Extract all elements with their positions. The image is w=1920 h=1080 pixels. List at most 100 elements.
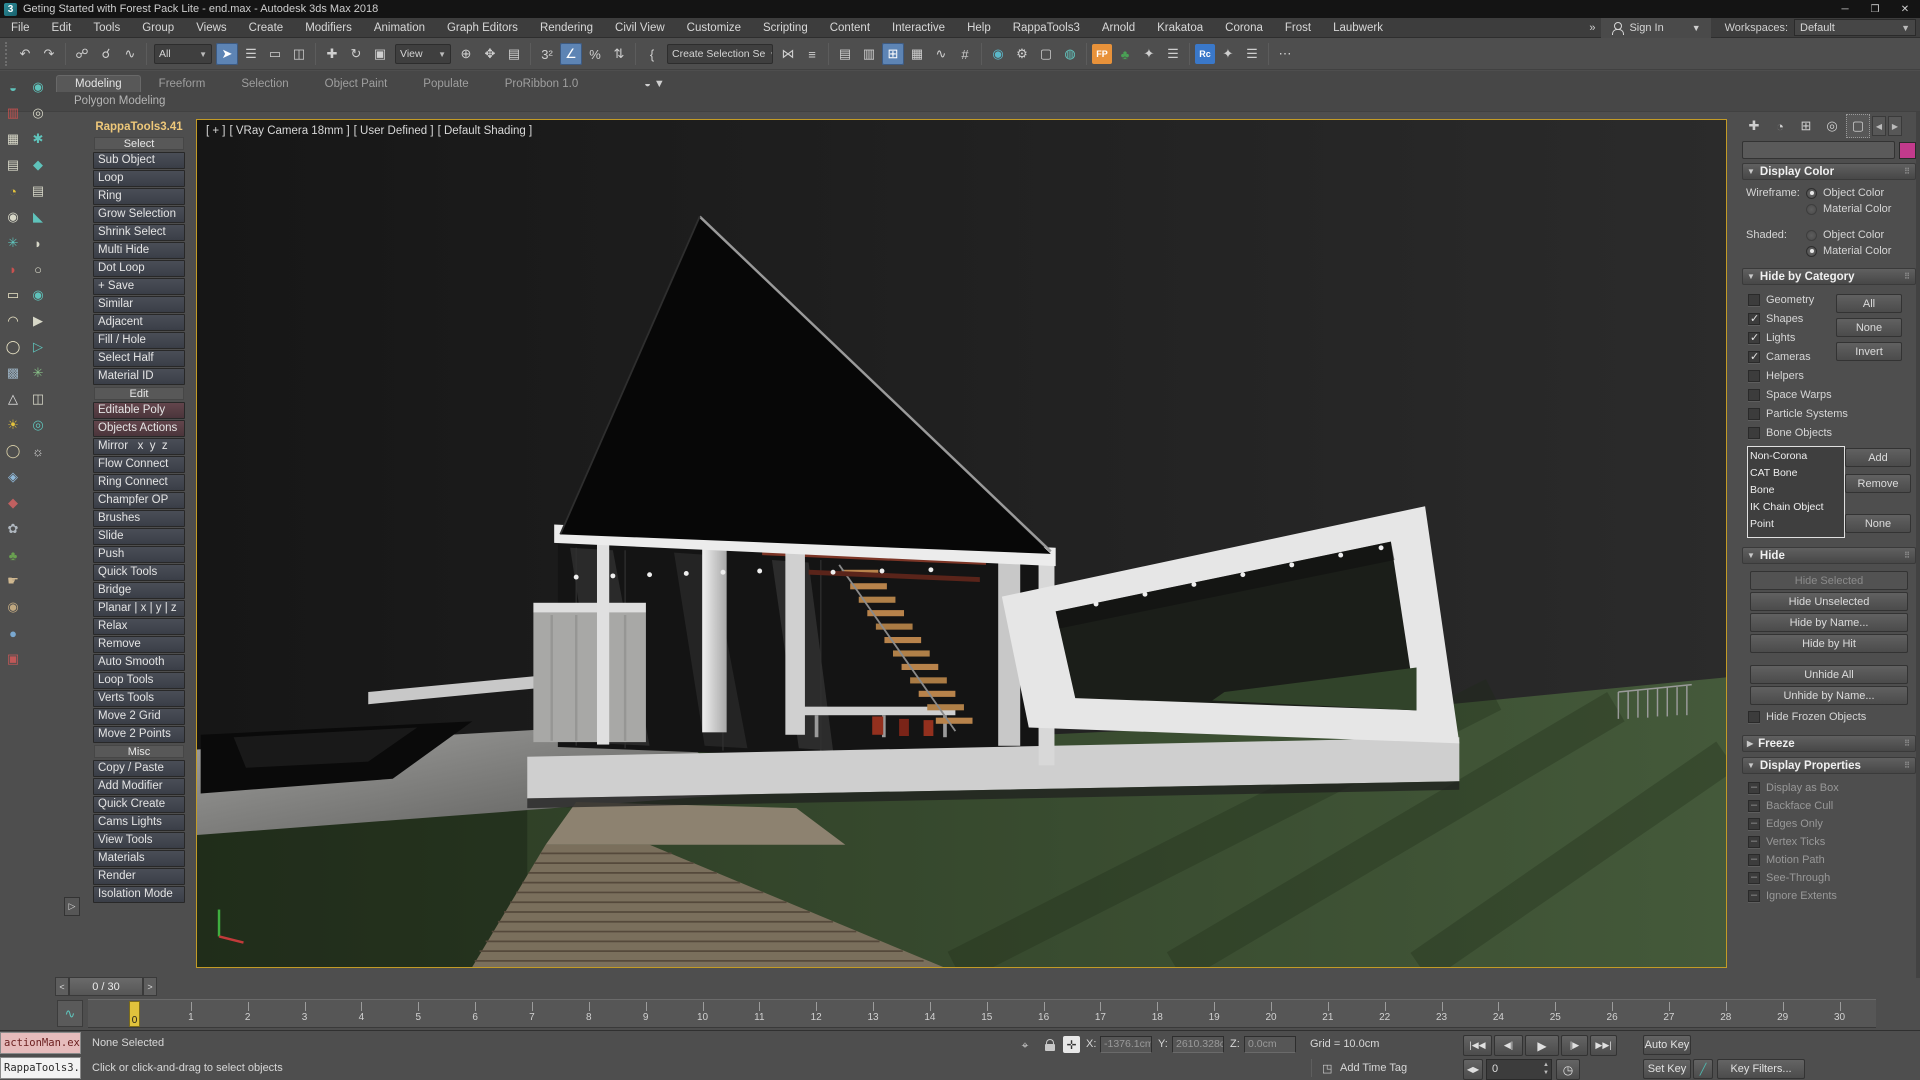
reference-coordinate-dropdown[interactable]: View▼ <box>395 44 451 64</box>
left-toolbar-icon[interactable]: ◔ <box>3 181 23 201</box>
selection-filter-dropdown[interactable]: All▼ <box>154 44 212 64</box>
select-by-name-icon[interactable]: ☰ <box>240 43 262 65</box>
viewport[interactable]: [ + ][ VRay Camera 18mm ][ User Defined … <box>196 119 1727 968</box>
go-to-end-button[interactable]: ▶▶| <box>1590 1035 1617 1056</box>
left-toolbar-icon[interactable]: ▤ <box>28 181 48 201</box>
menu-item-tools[interactable]: Tools <box>82 18 131 38</box>
wireframe-object-color-radio[interactable] <box>1806 188 1817 199</box>
menu-item-arnold[interactable]: Arnold <box>1091 18 1146 38</box>
menu-item-views[interactable]: Views <box>185 18 237 38</box>
previous-frame-button[interactable]: ◀| <box>1494 1035 1523 1056</box>
object-color-swatch[interactable] <box>1899 142 1916 159</box>
y-coordinate-field[interactable]: 2610.328cm <box>1172 1036 1224 1053</box>
rappatools-button-similar[interactable]: Similar <box>93 296 185 313</box>
set-key-button[interactable]: Set Key <box>1643 1059 1691 1079</box>
rappatools-button-dot-loop[interactable]: Dot Loop <box>93 260 185 277</box>
menu-item-create[interactable]: Create <box>238 18 295 38</box>
left-toolbar-icon[interactable]: ◯ <box>3 441 23 461</box>
toolbar-grip[interactable] <box>5 42 10 66</box>
menu-item-edit[interactable]: Edit <box>41 18 83 38</box>
display-properties-header[interactable]: ▼ Display Properties ⠿ <box>1742 757 1916 774</box>
display-property-checkbox[interactable] <box>1748 872 1760 884</box>
rendered-frame-icon[interactable]: ▢ <box>1035 43 1057 65</box>
exclude-list-item-bone[interactable]: Bone <box>1750 482 1842 499</box>
current-frame-field[interactable]: 0 ▲▼ <box>1486 1059 1552 1080</box>
hide-by-category-header[interactable]: ▼ Hide by Category ⠿ <box>1742 268 1916 285</box>
menu-item-interactive[interactable]: Interactive <box>881 18 956 38</box>
select-and-link-icon[interactable]: ☍ <box>71 43 93 65</box>
keyboard-override-icon[interactable]: ▤ <box>503 43 525 65</box>
rappatools-button-copy-paste[interactable]: Copy / Paste <box>93 760 185 777</box>
hide-button-hide-unselected[interactable]: Hide Unselected <box>1750 592 1908 611</box>
rappatools-button-grow-selection[interactable]: Grow Selection <box>93 206 185 223</box>
ribbon-tab-populate[interactable]: Populate <box>405 76 486 92</box>
wireframe-material-color-radio[interactable] <box>1806 204 1817 215</box>
rappatools-button-move-2-points[interactable]: Move 2 Points <box>93 726 185 743</box>
left-toolbar-icon[interactable]: ▦ <box>3 129 23 149</box>
select-object-icon[interactable]: ➤ <box>216 43 238 65</box>
rappatools-button-push[interactable]: Push <box>93 546 185 563</box>
bind-to-space-warp-icon[interactable]: ∿ <box>119 43 141 65</box>
workspaces-dropdown[interactable]: Default▼ <box>1794 19 1916 36</box>
menu-item-krakatoa[interactable]: Krakatoa <box>1146 18 1214 38</box>
left-toolbar-icon[interactable]: ◗ <box>3 259 23 279</box>
hide-header[interactable]: ▼ Hide ⠿ <box>1742 547 1916 564</box>
left-toolbar-icon[interactable]: ◫ <box>28 389 48 409</box>
menu-item-group[interactable]: Group <box>131 18 185 38</box>
sign-in-button[interactable]: Sign In ▼ <box>1601 18 1710 38</box>
snaps-toggle-icon[interactable]: 3² <box>536 43 558 65</box>
left-toolbar-icon[interactable]: ▭ <box>3 285 23 305</box>
rappatools-button-shrink-select[interactable]: Shrink Select <box>93 224 185 241</box>
exclude-list-item-non-corona[interactable]: Non-Corona <box>1750 448 1842 465</box>
render-icon[interactable]: ◍ <box>1059 43 1081 65</box>
category-invert-button[interactable]: Invert <box>1836 342 1902 361</box>
rappatools-button-objects-actions[interactable]: Objects Actions <box>93 420 185 437</box>
toolbar-overflow-icon[interactable]: » <box>1583 22 1601 34</box>
x-coordinate-field[interactable]: -1376.1cm <box>1100 1036 1152 1053</box>
key-filters-button[interactable]: Key Filters... <box>1717 1059 1805 1079</box>
curve-editor-icon[interactable]: ∿ <box>930 43 952 65</box>
create-tab-icon[interactable]: ✚ <box>1742 114 1766 138</box>
left-toolbar-icon[interactable]: ◉ <box>28 285 48 305</box>
panel-scrollbar[interactable] <box>1916 112 1920 978</box>
rappatools-button-quick-tools[interactable]: Quick Tools <box>93 564 185 581</box>
menu-item-modifiers[interactable]: Modifiers <box>294 18 363 38</box>
close-button[interactable]: ✕ <box>1890 0 1920 18</box>
rappatools-button-isolation-mode[interactable]: Isolation Mode <box>93 886 185 903</box>
menu-item-corona[interactable]: Corona <box>1214 18 1274 38</box>
motion-tab-icon[interactable]: ◎ <box>1820 114 1844 138</box>
rappatools-button-relax[interactable]: Relax <box>93 618 185 635</box>
menu-item-file[interactable]: File <box>0 18 41 38</box>
rappatools-button-cams-lights[interactable]: Cams Lights <box>93 814 185 831</box>
category-checkbox-cameras[interactable] <box>1748 351 1760 363</box>
current-frame-marker[interactable]: 0 <box>129 1001 140 1027</box>
rappatools-button-multi-hide[interactable]: Multi Hide <box>93 242 185 259</box>
redo-icon[interactable]: ↷ <box>38 43 60 65</box>
left-toolbar-icon[interactable]: ✳ <box>28 363 48 383</box>
railclone-icon[interactable]: Rc <box>1195 44 1215 64</box>
rappatools-button-adjacent[interactable]: Adjacent <box>93 314 185 331</box>
left-toolbar-icon[interactable]: ☼ <box>28 441 48 461</box>
polygon-modeling-panel-tab[interactable]: Polygon Modeling <box>74 95 165 107</box>
more-tools-icon[interactable]: ⋯ <box>1274 43 1296 65</box>
left-toolbar-icon[interactable]: ◒ <box>3 77 23 97</box>
list-none-button[interactable]: None <box>1845 514 1911 533</box>
rappatools-button-materials[interactable]: Materials <box>93 850 185 867</box>
menu-item-laubwerk[interactable]: Laubwerk <box>1322 18 1394 38</box>
left-toolbar-icon[interactable]: ✱ <box>28 129 48 149</box>
rappatools-button-move-2-grid[interactable]: Move 2 Grid <box>93 708 185 725</box>
frame-spinner[interactable]: ▲▼ <box>1543 1061 1549 1077</box>
rappatools-button-ring[interactable]: Ring <box>93 188 185 205</box>
viewport-label-segment-2[interactable]: [ User Defined ] <box>354 125 434 137</box>
object-name-field[interactable] <box>1742 141 1895 159</box>
rappatools-button-loop-tools[interactable]: Loop Tools <box>93 672 185 689</box>
display-property-checkbox[interactable] <box>1748 782 1760 794</box>
select-and-scale-icon[interactable]: ▣ <box>369 43 391 65</box>
use-pivot-center-icon[interactable]: ⊕ <box>455 43 477 65</box>
rappatools-button-remove[interactable]: Remove <box>93 636 185 653</box>
isolate-selection-icon[interactable]: ⌖ <box>1015 1035 1035 1055</box>
angle-snap-icon[interactable]: ∠ <box>560 43 582 65</box>
left-toolbar-icon[interactable]: △ <box>3 389 23 409</box>
rappatools-button-mirror-x-y-z[interactable]: Mirror x y z <box>93 438 185 455</box>
ribbon-tab-proribbon-1-0[interactable]: ProRibbon 1.0 <box>487 76 597 92</box>
